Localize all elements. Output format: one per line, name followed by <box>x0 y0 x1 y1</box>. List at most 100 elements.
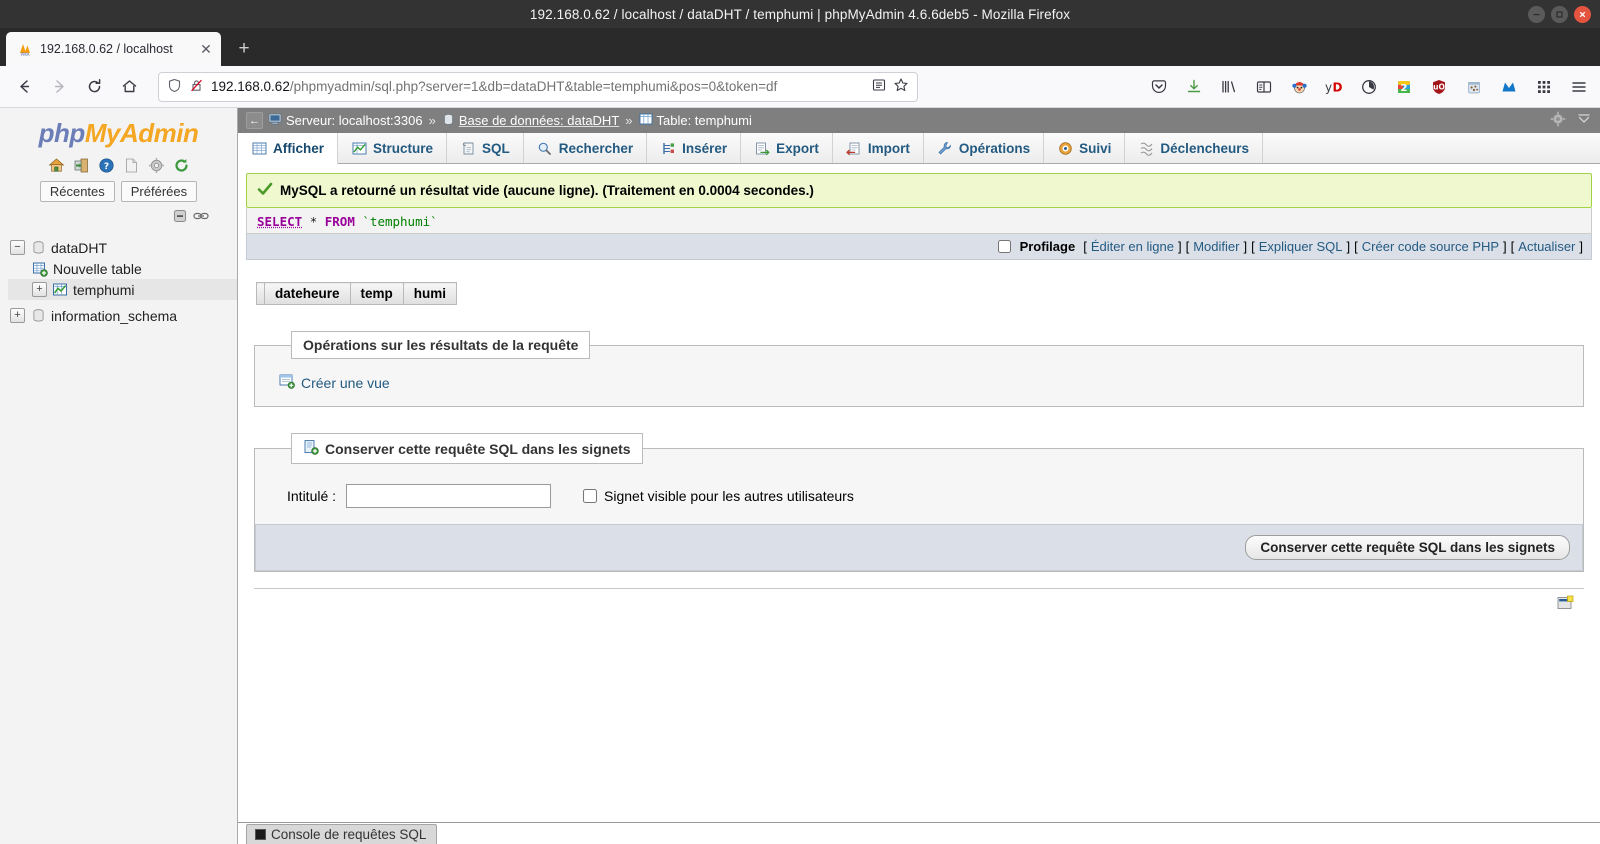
database-icon <box>30 240 46 256</box>
sql-console-toggle[interactable]: Console de requêtes SQL <box>246 824 438 844</box>
extension-clown-icon[interactable] <box>1286 74 1312 100</box>
sql-icon <box>460 140 476 156</box>
url-bar[interactable]: 192.168.0.62/phpmyadmin/sql.php?server=1… <box>158 71 918 102</box>
link-with-main-panel-icon[interactable] <box>193 210 209 225</box>
column-header-dateheure[interactable]: dateheure <box>264 282 351 305</box>
tab-structure[interactable]: Structure <box>338 133 448 163</box>
home-icon[interactable] <box>47 156 65 174</box>
forward-button[interactable] <box>43 72 75 102</box>
svg-text:y: y <box>1325 80 1332 94</box>
collapse-icon[interactable] <box>1576 111 1592 130</box>
reload-button[interactable] <box>78 72 110 102</box>
browser-navbar: 192.168.0.62/phpmyadmin/sql.php?server=1… <box>0 66 1600 108</box>
sql-star: * <box>309 214 318 229</box>
bookmark-label-input[interactable] <box>346 484 552 508</box>
extension-yd-icon[interactable]: yD <box>1321 74 1347 100</box>
downloads-icon[interactable] <box>1181 74 1207 100</box>
results-header-row: dateheure temp humi <box>256 282 458 305</box>
tree-item-table-temphumi[interactable]: + temphumi <box>8 279 237 300</box>
help-icon[interactable]: ? <box>97 156 115 174</box>
link-edit-inline[interactable]: Éditer en ligne <box>1091 239 1174 254</box>
extension-malwarebytes-icon[interactable] <box>1496 74 1522 100</box>
query-result-text: MySQL a retourné un résultat vide (aucun… <box>280 183 814 198</box>
breadcrumb-back-button[interactable]: ← <box>246 112 263 129</box>
tab-sql[interactable]: SQL <box>447 133 524 163</box>
tab-suivi[interactable]: Suivi <box>1044 133 1126 163</box>
extension-ublock-icon[interactable]: uO <box>1426 74 1452 100</box>
phpmyadmin-logo[interactable]: phpMyAdmin <box>0 108 237 151</box>
tab-import[interactable]: Import <box>833 133 924 163</box>
gear-icon[interactable] <box>1550 111 1566 130</box>
column-header-humi[interactable]: humi <box>402 282 458 305</box>
tab-label: Structure <box>373 140 434 156</box>
window-maximize-button[interactable] <box>1551 5 1568 23</box>
query-window-icon[interactable] <box>1557 595 1574 612</box>
tree-item-new-table[interactable]: Nouvelle table <box>8 258 237 279</box>
expander-icon[interactable]: + <box>10 308 25 323</box>
database-icon <box>442 113 455 129</box>
lock-crossed-icon[interactable] <box>189 78 204 96</box>
extension-circle-icon[interactable] <box>1356 74 1382 100</box>
home-button[interactable] <box>113 72 145 102</box>
reader-view-icon[interactable] <box>871 77 887 96</box>
create-view-link[interactable]: Créer une vue <box>279 373 390 392</box>
content-divider <box>254 588 1584 609</box>
nav-tab-favorites[interactable]: Préférées <box>120 181 198 202</box>
bookmark-visible-checkbox[interactable] <box>583 489 598 503</box>
url-text[interactable]: 192.168.0.62/phpmyadmin/sql.php?server=1… <box>211 79 864 94</box>
docs-icon[interactable] <box>122 156 140 174</box>
new-tab-button[interactable]: + <box>229 33 259 63</box>
extension-2-icon[interactable]: 2 <box>1391 74 1417 100</box>
window-minimize-button[interactable] <box>1528 5 1545 23</box>
collapse-all-icon[interactable] <box>172 208 188 227</box>
sidebar-icon[interactable] <box>1251 74 1277 100</box>
tree-item-label: Nouvelle table <box>53 260 142 277</box>
export-icon <box>754 140 770 156</box>
library-icon[interactable] <box>1216 74 1242 100</box>
tab-export[interactable]: Export <box>741 133 833 163</box>
executed-sql-query[interactable]: SELECT * FROM `temphumi` <box>246 208 1592 234</box>
expander-icon[interactable]: − <box>10 240 25 255</box>
tree-item-database-information-schema[interactable]: + information_schema <box>8 305 237 326</box>
reload-icon[interactable] <box>172 156 190 174</box>
expander-icon[interactable]: + <box>32 282 47 297</box>
tab-rechercher[interactable]: Rechercher <box>524 133 648 163</box>
settings-gear-icon[interactable] <box>147 156 165 174</box>
nav-tab-recent[interactable]: Récentes <box>39 181 115 202</box>
create-view-icon <box>279 373 295 392</box>
shield-icon[interactable] <box>167 78 182 96</box>
tracking-icon <box>1057 140 1073 156</box>
column-header-temp[interactable]: temp <box>349 282 404 305</box>
link-create-php-code[interactable]: Créer code source PHP <box>1362 239 1499 254</box>
window-close-button[interactable] <box>1574 5 1591 23</box>
breadcrumb-table[interactable]: Table: temphumi <box>639 112 752 129</box>
breadcrumb-server[interactable]: Serveur: localhost:3306 <box>268 112 423 129</box>
star-icon[interactable] <box>893 77 909 96</box>
pocket-icon[interactable] <box>1146 74 1172 100</box>
tab-operations[interactable]: Opérations <box>924 133 1045 163</box>
tab-declencheurs[interactable]: Déclencheurs <box>1125 133 1263 163</box>
breadcrumb-separator: » <box>428 113 436 128</box>
menu-hamburger-icon[interactable] <box>1566 74 1592 100</box>
link-explain-sql[interactable]: Expliquer SQL <box>1259 239 1343 254</box>
profiling-checkbox[interactable] <box>997 240 1011 253</box>
breadcrumb-right-controls <box>1550 111 1592 130</box>
window-titlebar: 192.168.0.62 / localhost / dataDHT / tem… <box>0 0 1600 28</box>
browser-tab[interactable]: PMA 192.168.0.62 / localhost ✕ <box>6 32 221 66</box>
bracket-open: [ <box>1083 239 1087 254</box>
tree-item-database-datadht[interactable]: − dataDHT <box>8 237 237 258</box>
check-icon <box>257 181 273 200</box>
bookmark-panel: Conserver cette requête SQL dans les sig… <box>254 433 1584 572</box>
query-result-message: MySQL a retourné un résultat vide (aucun… <box>246 173 1592 208</box>
tab-afficher[interactable]: Afficher <box>238 133 339 164</box>
tab-inserer[interactable]: Insérer <box>647 133 742 163</box>
close-icon[interactable]: ✕ <box>197 40 215 58</box>
bookmark-submit-button[interactable]: Conserver cette requête SQL dans les sig… <box>1245 535 1570 560</box>
app-grid-icon[interactable] <box>1531 74 1557 100</box>
breadcrumb-database[interactable]: Base de données: dataDHT <box>442 113 619 129</box>
extension-cookie-icon[interactable] <box>1461 74 1487 100</box>
logout-icon[interactable] <box>72 156 90 174</box>
link-modify[interactable]: Modifier <box>1193 239 1239 254</box>
link-refresh[interactable]: Actualiser <box>1518 239 1575 254</box>
back-button[interactable] <box>8 72 40 102</box>
